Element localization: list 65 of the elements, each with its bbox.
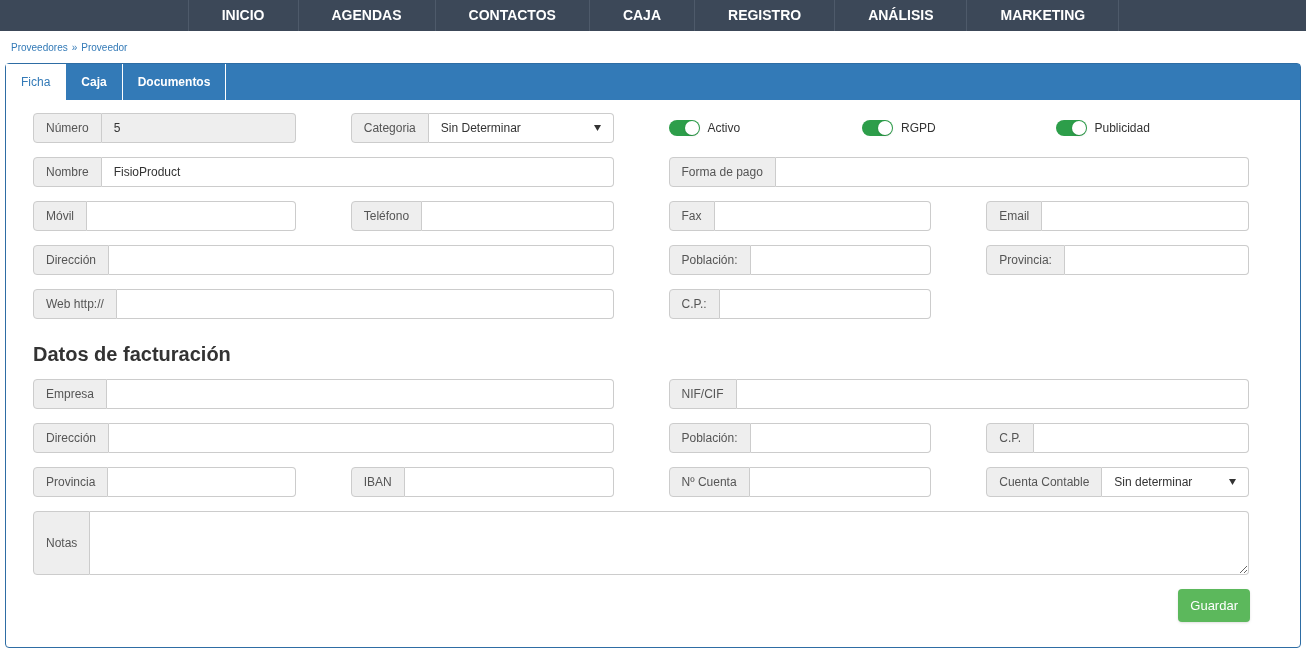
text-field[interactable]: FisioProduct: [101, 157, 614, 187]
toggle-switch[interactable]: [1055, 120, 1087, 136]
nav-link[interactable]: ANÁLISIS: [835, 0, 968, 31]
text-field[interactable]: [1064, 245, 1249, 275]
text-field[interactable]: [107, 379, 614, 409]
text-field[interactable]: [108, 467, 296, 497]
text-field[interactable]: [736, 379, 1249, 409]
nav-link[interactable]: INICIO: [188, 0, 299, 31]
nav-link[interactable]: CAJA: [589, 0, 695, 31]
text-field[interactable]: [750, 423, 932, 453]
field-label: Fax: [668, 201, 715, 231]
field-label: Forma de pago: [668, 157, 776, 187]
field-label: Población:: [668, 423, 751, 453]
breadcrumb-link[interactable]: Proveedor: [81, 39, 128, 55]
text-field[interactable]: [714, 201, 932, 231]
field-label: Empresa: [33, 379, 108, 409]
nav-link[interactable]: REGISTRO: [695, 0, 836, 31]
text-field[interactable]: [109, 245, 614, 275]
field-label: Provincia: [33, 467, 109, 497]
text-field[interactable]: [404, 467, 614, 497]
toggle-switch[interactable]: [668, 120, 700, 136]
field-label: Dirección: [33, 423, 109, 453]
field-label: Población:: [668, 245, 751, 275]
field-label: IBAN: [350, 467, 405, 497]
field-label: C.P.:: [668, 289, 720, 319]
text-field[interactable]: [422, 201, 614, 231]
field-label: Móvil: [33, 201, 87, 231]
field-label: Teléfono: [350, 201, 423, 231]
field-label: Dirección: [33, 245, 109, 275]
breadcrumb-link[interactable]: Proveedores: [11, 39, 68, 55]
notes-field[interactable]: [90, 511, 1249, 575]
toggle-label: Activo: [707, 120, 741, 137]
text-field[interactable]: [87, 201, 296, 231]
field-label: Cuenta Contable: [986, 467, 1103, 497]
text-field[interactable]: [116, 289, 614, 319]
field-label: Nombre: [33, 157, 102, 187]
text-field[interactable]: [750, 245, 932, 275]
toggle-label: RGPD: [901, 120, 936, 137]
field-label: NIF/CIF: [668, 379, 737, 409]
tab[interactable]: Ficha: [6, 64, 67, 100]
field-label: Provincia:: [986, 245, 1065, 275]
toggle-label: Publicidad: [1094, 120, 1150, 137]
nav-link[interactable]: CONTACTOS: [435, 0, 590, 31]
text-field[interactable]: [749, 467, 932, 497]
nav-link[interactable]: MARKETING: [967, 0, 1120, 31]
toggle-switch[interactable]: [862, 120, 893, 136]
text-field[interactable]: [1034, 423, 1249, 453]
breadcrumb-separator: »: [71, 40, 78, 55]
text-field[interactable]: [109, 423, 614, 453]
text-field[interactable]: [719, 289, 932, 319]
text-field[interactable]: [775, 157, 1249, 187]
select-field[interactable]: Sin Determinar: [428, 113, 614, 143]
field-label: C.P.: [986, 423, 1035, 453]
caret-icon: [593, 125, 601, 131]
nav-link[interactable]: AGENDAS: [298, 0, 436, 31]
field-label: Categoria: [350, 113, 429, 143]
field-label: Número: [33, 113, 102, 143]
field-label: Notas: [33, 511, 91, 575]
field-label: Email: [986, 201, 1043, 231]
field-label: Nº Cuenta: [668, 467, 750, 497]
section-heading: Datos de facturación: [33, 342, 232, 367]
text-field[interactable]: [1042, 201, 1249, 231]
select-field[interactable]: Sin determinar: [1102, 467, 1249, 497]
caret-icon: [1229, 479, 1236, 485]
field-label: Web http://: [33, 289, 117, 319]
